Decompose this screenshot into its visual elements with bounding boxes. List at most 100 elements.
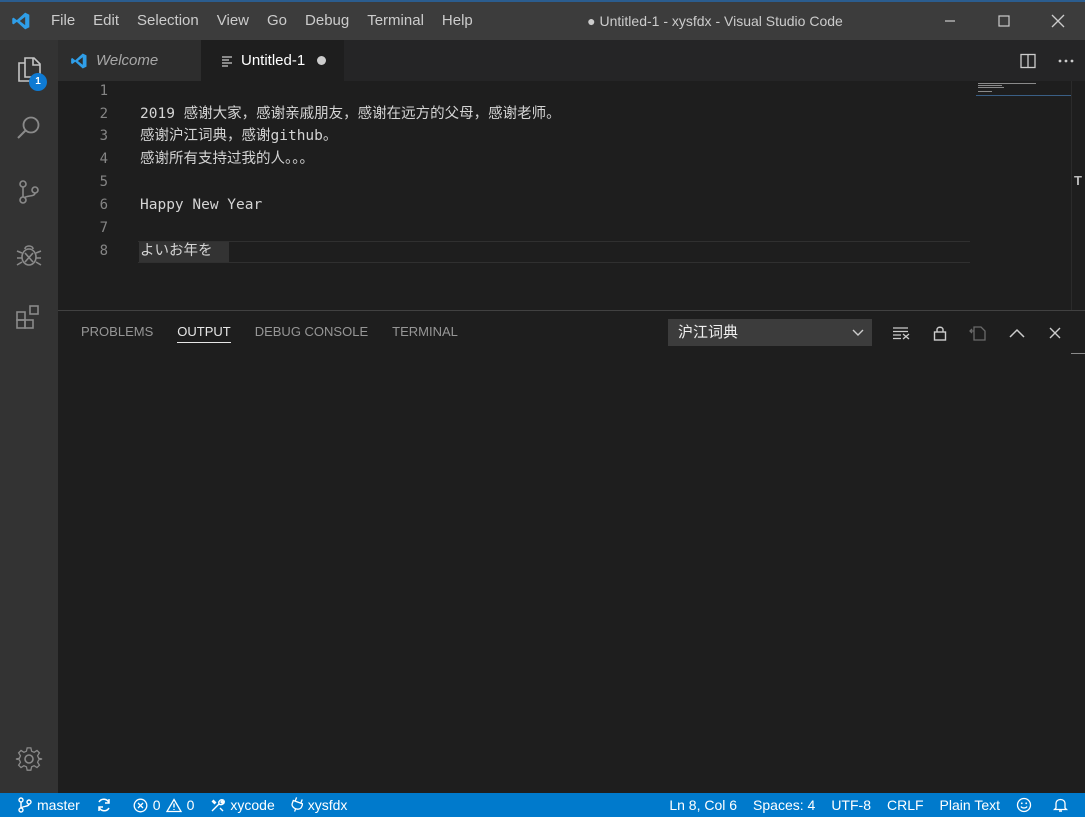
org-label: xysfdx bbox=[307, 797, 348, 813]
close-icon bbox=[1049, 327, 1061, 339]
search-button[interactable] bbox=[0, 103, 58, 153]
gear-icon bbox=[15, 747, 43, 771]
code-line: よいお年を bbox=[140, 243, 213, 259]
explorer-button[interactable]: 1 bbox=[0, 44, 58, 94]
more-actions-button[interactable] bbox=[1047, 40, 1085, 81]
extensions-button[interactable] bbox=[0, 292, 58, 342]
code-line: 2019 感谢大家，感谢亲戚朋友，感谢在远方的父母，感谢老师。 bbox=[140, 106, 561, 122]
tool-item-label: xycode bbox=[230, 797, 275, 813]
overview-ruler-mark: T bbox=[1074, 173, 1082, 188]
menu-bar: File Edit Selection View Go Debug Termin… bbox=[42, 2, 482, 40]
editor-actions bbox=[1009, 40, 1085, 81]
problems-indicator[interactable]: 0 0 bbox=[125, 793, 203, 817]
close-icon bbox=[1051, 14, 1065, 28]
tab-untitled-label: Untitled-1 bbox=[241, 52, 306, 69]
tab-debug-console[interactable]: DEBUG CONSOLE bbox=[243, 311, 380, 355]
tab-terminal[interactable]: TERMINAL bbox=[380, 311, 470, 355]
output-channel-select[interactable]: 沪江词典 bbox=[668, 319, 872, 346]
output-channel-value: 沪江词典 bbox=[678, 324, 739, 341]
menu-help[interactable]: Help bbox=[433, 2, 482, 40]
maximize-panel-button[interactable] bbox=[998, 311, 1037, 355]
debug-button[interactable] bbox=[0, 230, 58, 280]
menu-selection[interactable]: Selection bbox=[128, 2, 208, 40]
chevron-down-icon bbox=[852, 319, 864, 355]
output-scrollbar[interactable] bbox=[1071, 353, 1085, 793]
org-indicator[interactable]: xysfdx bbox=[283, 793, 356, 817]
text-file-icon bbox=[221, 55, 233, 67]
status-bar: master 0 0 xycode xysfdx Ln 8, Col 6 Spa… bbox=[0, 793, 1085, 817]
line-number: 1 bbox=[99, 83, 108, 99]
menu-terminal[interactable]: Terminal bbox=[358, 2, 433, 40]
menu-edit[interactable]: Edit bbox=[84, 2, 128, 40]
source-control-button[interactable] bbox=[0, 167, 58, 217]
warning-count: 0 bbox=[186, 797, 195, 813]
line-number: 5 bbox=[99, 174, 108, 190]
maximize-icon bbox=[998, 15, 1010, 27]
clear-output-button[interactable] bbox=[882, 311, 921, 355]
menu-go[interactable]: Go bbox=[258, 2, 296, 40]
editor-scrollbar[interactable]: T bbox=[1071, 81, 1085, 310]
sync-icon bbox=[98, 798, 110, 812]
manage-button[interactable] bbox=[0, 734, 58, 784]
lock-icon bbox=[933, 326, 946, 341]
search-icon bbox=[17, 116, 40, 139]
tab-output[interactable]: OUTPUT bbox=[165, 311, 242, 355]
explorer-badge: 1 bbox=[29, 73, 47, 91]
panel-tabs: PROBLEMS OUTPUT DEBUG CONSOLE TERMINAL bbox=[69, 311, 470, 355]
sync-button[interactable] bbox=[88, 793, 125, 817]
split-editor-icon bbox=[1020, 53, 1036, 68]
code-line: 感谢沪江词典，感谢github。 bbox=[140, 128, 338, 144]
end-of-line[interactable]: CRLF bbox=[879, 793, 932, 817]
feedback-button[interactable] bbox=[1008, 793, 1045, 817]
indentation[interactable]: Spaces: 4 bbox=[745, 793, 823, 817]
status-bar-right: Ln 8, Col 6 Spaces: 4 UTF-8 CRLF Plain T… bbox=[661, 793, 1085, 817]
tools-indicator[interactable]: xycode bbox=[202, 793, 282, 817]
tools-icon bbox=[211, 798, 226, 811]
tab-problems[interactable]: PROBLEMS bbox=[69, 311, 165, 355]
tab-untitled-1[interactable]: Untitled-1 bbox=[201, 40, 344, 81]
line-number: 3 bbox=[99, 128, 108, 144]
warning-icon bbox=[165, 797, 182, 812]
language-mode[interactable]: Plain Text bbox=[932, 793, 1008, 817]
vscode-logo-icon bbox=[70, 52, 88, 70]
branch-indicator[interactable]: master bbox=[0, 793, 88, 817]
vscode-logo-icon bbox=[0, 2, 42, 40]
line-number: 2 bbox=[99, 106, 108, 122]
menu-debug[interactable]: Debug bbox=[296, 2, 358, 40]
plug-icon bbox=[291, 797, 303, 812]
error-icon bbox=[133, 798, 148, 812]
close-window-button[interactable] bbox=[1031, 2, 1085, 40]
bell-icon bbox=[1053, 798, 1068, 812]
menu-file[interactable]: File bbox=[42, 2, 84, 40]
cursor-position[interactable]: Ln 8, Col 6 bbox=[661, 793, 745, 817]
git-branch-icon bbox=[18, 797, 32, 813]
maximize-button[interactable] bbox=[977, 2, 1031, 40]
smiley-icon bbox=[1016, 797, 1032, 813]
branch-name: master bbox=[37, 797, 80, 813]
open-file-icon bbox=[969, 326, 986, 341]
lock-scroll-button[interactable] bbox=[921, 311, 960, 355]
extensions-icon bbox=[16, 305, 39, 329]
minimize-button[interactable] bbox=[923, 2, 977, 40]
notifications-button[interactable] bbox=[1045, 793, 1085, 817]
encoding[interactable]: UTF-8 bbox=[823, 793, 879, 817]
close-panel-button[interactable] bbox=[1036, 311, 1075, 355]
line-number: 4 bbox=[99, 151, 108, 167]
unsaved-dot-icon[interactable] bbox=[317, 56, 327, 65]
editor[interactable]: 1 2 3 4 5 6 7 8 2019 感谢大家，感谢亲戚朋友，感谢在远方的父… bbox=[58, 81, 1085, 310]
activity-bar: 1 bbox=[0, 40, 58, 793]
window-title: ● Untitled-1 - xysfdx - Visual Studio Co… bbox=[587, 13, 843, 29]
editor-tab-bar: Welcome Untitled-1 bbox=[58, 40, 1085, 81]
minimap[interactable] bbox=[976, 81, 1071, 97]
bottom-panel: PROBLEMS OUTPUT DEBUG CONSOLE TERMINAL 沪… bbox=[58, 310, 1085, 793]
source-control-icon bbox=[19, 180, 39, 204]
code-line: 感谢所有支持过我的人。。。 bbox=[140, 151, 314, 167]
tab-welcome[interactable]: Welcome bbox=[58, 40, 201, 81]
split-editor-button[interactable] bbox=[1009, 40, 1047, 81]
title-bar: File Edit Selection View Go Debug Termin… bbox=[0, 0, 1085, 40]
line-number: 7 bbox=[99, 220, 108, 236]
menu-view[interactable]: View bbox=[208, 2, 258, 40]
clear-output-icon bbox=[893, 327, 910, 340]
line-number: 6 bbox=[99, 197, 108, 213]
open-log-file-button[interactable] bbox=[959, 311, 998, 355]
